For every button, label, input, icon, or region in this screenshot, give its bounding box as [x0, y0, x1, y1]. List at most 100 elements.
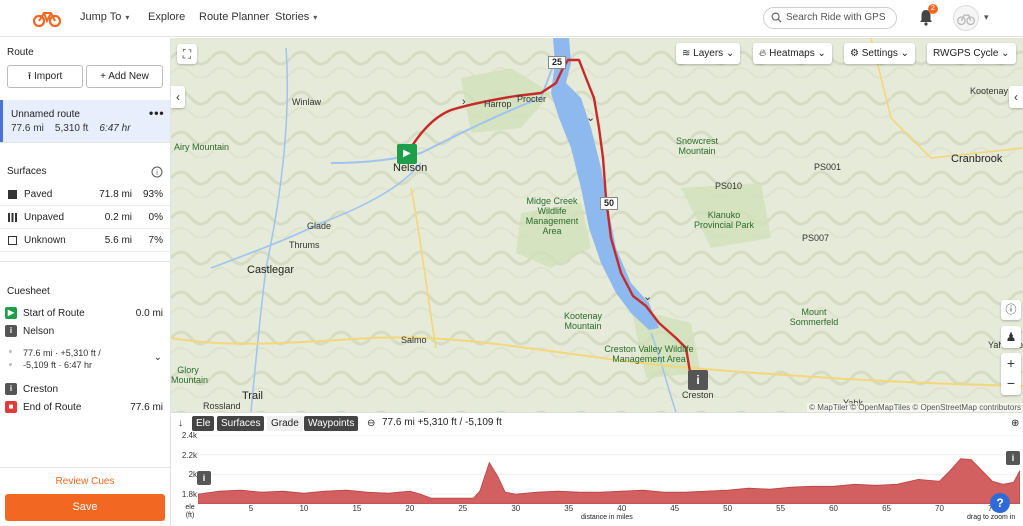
surface-row-unpaved: Unpaved 0.2 mi 0% — [0, 207, 170, 229]
zoom-in-icon[interactable]: + — [1001, 353, 1021, 373]
cuesheet-heading: Cuesheet — [7, 286, 50, 297]
highway-shield-25: 25 — [548, 56, 567, 69]
tab-waypoints[interactable]: Waypoints — [304, 416, 359, 431]
collapse-elevation-icon[interactable]: ↓ — [174, 416, 187, 431]
chevron-down-icon: ⌄ — [725, 48, 735, 59]
add-new-button[interactable]: + Add New — [86, 65, 163, 88]
route-card[interactable]: Unnamed route 77.6 mi 5,310 ft 6:47 hr •… — [0, 100, 170, 142]
tab-grade[interactable]: Grade — [267, 416, 303, 431]
heatmaps-dropdown[interactable]: 🔥︎ Heatmaps ⌄ — [753, 43, 832, 64]
elevation-panel: ↓ Ele Surfaces Grade Waypoints ⊖ 77.6 mi… — [171, 412, 1023, 526]
x-tick: 5 — [248, 504, 254, 513]
x-tick: 65 — [882, 504, 891, 513]
save-button[interactable]: Save — [5, 494, 165, 521]
info-marker-icon[interactable]: i — [688, 370, 708, 390]
map-info-icon[interactable]: ⓘ — [1001, 300, 1021, 320]
zoom-out-icon[interactable]: − — [1001, 373, 1021, 393]
svg-text:i: i — [156, 170, 158, 177]
surface-row-paved: Paved 71.8 mi 93% — [0, 184, 170, 206]
layers-dropdown[interactable]: ≋ Layers ⌄ — [676, 43, 741, 64]
label-creston-valley: Creston Valley Wildlife Management Area — [604, 344, 694, 364]
label-castlegar: Castlegar — [247, 264, 295, 276]
fullscreen-icon[interactable]: ⛶ — [177, 44, 197, 64]
label-thrums: Thrums — [289, 240, 320, 250]
nav-explore[interactable]: Explore — [148, 11, 185, 23]
map-attribution[interactable]: © MapTiler © OpenMapTiles © OpenStreetMa… — [807, 403, 1023, 412]
review-cues-link[interactable]: Review Cues — [0, 476, 170, 487]
label-salmo: Salmo — [401, 335, 427, 345]
expand-chevron-icon[interactable]: ⌄ — [154, 352, 162, 363]
waypoint-marker-icon[interactable]: i — [197, 471, 211, 485]
route-stats: 77.6 mi 5,310 ft 6:47 hr — [11, 123, 131, 134]
zoom-out-icon[interactable]: ⊖ — [363, 416, 379, 431]
x-tick: 60 — [829, 504, 839, 513]
more-options-icon[interactable]: ••• — [149, 106, 165, 120]
unknown-swatch-icon — [8, 236, 17, 245]
direction-arrow-icon: › — [462, 96, 466, 108]
street-view-pegman-icon[interactable]: ♟ — [1001, 326, 1021, 348]
x-tick: 30 — [511, 504, 521, 513]
stop-icon: ■ — [5, 401, 17, 413]
map[interactable]: Winlaw Harrop Procter Kootenay B Airy Mo… — [171, 38, 1023, 412]
label-cranbrook: Cranbrook — [951, 153, 1003, 165]
start-marker-icon[interactable]: ▶ — [397, 144, 417, 164]
info-marker-icon: i — [5, 325, 17, 337]
label-airy-mountain: Airy Mountain — [174, 142, 230, 152]
import-button[interactable]: ⭱ Import — [7, 65, 83, 88]
divider — [0, 261, 170, 262]
label-winlaw: Winlaw — [292, 97, 322, 107]
elevation-chart[interactable] — [198, 435, 1020, 504]
segment-dot — [9, 363, 12, 366]
label-creston: Creston — [682, 390, 714, 400]
info-icon[interactable]: i — [151, 166, 163, 178]
route-heading: Route — [7, 47, 34, 58]
y-tick: 1.8k — [181, 490, 197, 499]
label-ps007: PS007 — [802, 233, 830, 243]
chevron-down-icon: ▾ — [313, 13, 318, 22]
label-rossland: Rossland — [203, 401, 241, 411]
play-icon: ▶ — [5, 307, 17, 319]
basemap-dropdown[interactable]: RWGPS Cycle ⌄ — [927, 43, 1016, 64]
settings-dropdown[interactable]: ⚙ Settings ⌄ — [844, 43, 916, 64]
collapse-sidebar-icon[interactable]: ‹ — [171, 86, 185, 108]
x-tick: 50 — [723, 504, 733, 513]
help-icon[interactable]: ? — [990, 493, 1010, 513]
y-tick: 2k — [188, 470, 197, 479]
nav-route-planner[interactable]: Route Planner — [199, 11, 269, 23]
x-tick: 15 — [352, 504, 362, 513]
chevron-down-icon[interactable]: ▾ — [984, 12, 989, 23]
expand-panel-icon[interactable]: ‹ — [1009, 86, 1023, 108]
divider — [0, 142, 170, 143]
y-axis-label: ele (ft) — [185, 504, 195, 519]
chevron-down-icon: ▾ — [125, 13, 130, 22]
x-tick: 40 — [617, 504, 627, 513]
label-midge-creek: Midge Creek Wildlife Management Area — [525, 196, 579, 236]
route-name: Unnamed route — [11, 109, 80, 120]
nav-jump-to[interactable]: Jump To ▾ — [80, 11, 129, 23]
label-harrop: Harrop — [484, 99, 512, 109]
waypoint-marker-icon[interactable]: i — [1006, 451, 1020, 465]
label-mount-sommerfeld: Mount Sommerfeld — [789, 307, 839, 327]
ridewithgps-logo[interactable] — [33, 8, 61, 28]
zoom-hint: drag to zoom in — [967, 514, 1016, 521]
sidebar: Route ⭱ Import + Add New Unnamed route 7… — [0, 38, 171, 526]
layers-icon: ≋ — [682, 48, 691, 59]
info-marker-icon: i — [5, 383, 17, 395]
x-tick: 10 — [299, 504, 309, 513]
search-input[interactable]: Search Ride with GPS — [763, 7, 897, 29]
cue-segment-summary[interactable]: 77.6 mi · +5,310 ft / -5,109 ft · 6:47 h… — [0, 347, 170, 375]
avatar[interactable] — [953, 5, 979, 31]
tab-surfaces[interactable]: Surfaces — [217, 416, 265, 431]
tab-ele[interactable]: Ele — [192, 416, 215, 431]
x-tick: 45 — [670, 504, 680, 513]
x-tick: 35 — [564, 504, 574, 513]
chevron-down-icon: ⌄ — [817, 48, 826, 59]
x-tick: 70 — [935, 504, 944, 513]
highway-shield-50: 50 — [600, 197, 619, 210]
segment-dot — [9, 350, 12, 353]
nav-stories[interactable]: Stories ▾ — [275, 11, 317, 23]
zoom-in-icon[interactable]: ⊕ — [1007, 416, 1023, 431]
surfaces-heading: Surfaces — [7, 166, 47, 177]
y-tick: 2.2k — [181, 451, 197, 460]
chevron-down-icon: ⌄ — [900, 48, 910, 59]
